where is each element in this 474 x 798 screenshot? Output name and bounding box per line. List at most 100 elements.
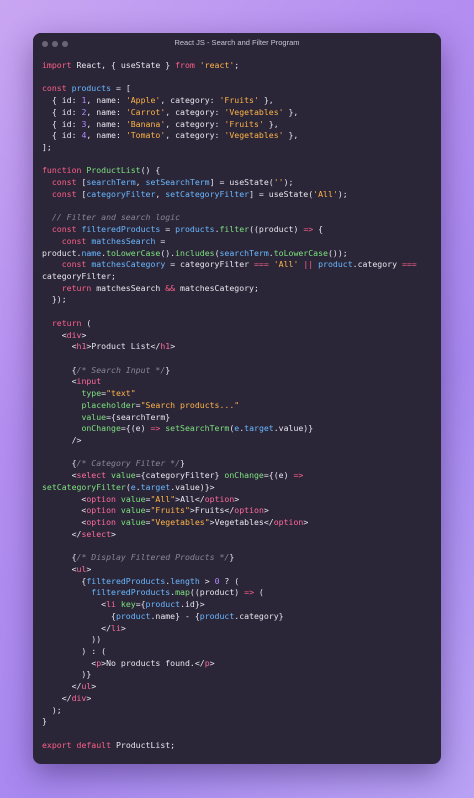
window-titlebar: React JS - Search and Filter Program — [33, 33, 441, 55]
code-token: , category: — [160, 95, 220, 106]
code-token: 'Apple' — [125, 95, 161, 106]
code-token: || — [303, 259, 314, 270]
code-token: > — [91, 681, 97, 692]
code-token: setCategoryFilter — [165, 188, 250, 199]
code-line: onChange={(e) => setSearchTerm(e.target.… — [42, 423, 435, 435]
code-token: , category: — [165, 118, 225, 129]
code-token: { — [42, 610, 116, 621]
code-token: length — [170, 575, 200, 586]
code-token: ) : ( — [42, 645, 107, 656]
code-token: "Vegetables" — [150, 517, 210, 528]
code-token: import — [42, 60, 72, 70]
code-token: >Fruits</ — [189, 505, 235, 516]
code-token: [ — [76, 188, 87, 199]
code-token: 'Carrot' — [125, 106, 166, 117]
code-token: li — [106, 599, 116, 610]
code-token: const — [51, 224, 77, 235]
code-token: => — [293, 470, 304, 481]
code-token: products — [71, 83, 112, 94]
code-token: value — [120, 517, 146, 528]
code-token: option — [234, 505, 264, 516]
code-token: li — [111, 622, 121, 633]
code-token: , — [135, 177, 146, 188]
code-token: } — [229, 552, 235, 563]
code-token: { id: — [42, 118, 82, 129]
code-token: ((product) — [249, 224, 304, 235]
code-token: => — [150, 423, 161, 434]
code-token: }, — [258, 95, 274, 106]
code-token: ={ — [135, 599, 146, 610]
code-token: ={categoryFilter} — [135, 470, 225, 481]
code-window: React JS - Search and Filter Program imp… — [33, 33, 441, 764]
code-token: product — [199, 610, 235, 621]
code-token: } — [165, 364, 171, 375]
code-line: return matchesSearch && matchesCategory; — [42, 283, 435, 295]
code-token: 'All' — [313, 188, 338, 199]
code-token: => — [244, 587, 254, 598]
code-token: "Fruits" — [150, 505, 190, 516]
code-token: .name} - { — [150, 610, 200, 621]
code-line: ); — [42, 705, 435, 717]
code-token: h1 — [160, 341, 171, 352]
code-line: const [searchTerm, setSearchTerm] = useS… — [42, 177, 435, 189]
code-token: )) — [42, 634, 102, 645]
code-token: "text" — [106, 388, 136, 399]
code-line: return ( — [42, 318, 435, 330]
code-token: function — [42, 165, 82, 176]
code-token: ] = useState( — [209, 177, 274, 188]
code-token: matchesCategory — [91, 259, 166, 270]
code-token: > — [263, 505, 269, 516]
code-token: return — [61, 282, 92, 293]
code-token: , name: — [86, 95, 126, 106]
code-token: { — [42, 364, 77, 375]
code-token: h1 — [76, 341, 87, 352]
code-token: value — [111, 470, 136, 481]
code-line: // Filter and search logic — [42, 212, 435, 224]
code-token: > — [209, 657, 215, 668]
code-token: toLowerCase — [273, 247, 328, 258]
code-token: categoryFilter; — [42, 270, 116, 281]
code-line: const [categoryFilter, setCategoryFilter… — [42, 189, 435, 201]
code-token: ] = useState( — [249, 188, 314, 199]
code-token: div — [71, 692, 87, 703]
code-token: ProductList; — [111, 739, 176, 750]
code-line: value={searchTerm} — [42, 412, 435, 424]
code-line: type="text" — [42, 388, 435, 400]
code-token: , name: — [86, 130, 126, 141]
code-token: ={searchTerm} — [106, 411, 171, 422]
code-line: {/* Display Filtered Products */} — [42, 552, 435, 564]
code-line: ) : ( — [42, 646, 435, 658]
code-token: => — [303, 224, 314, 235]
code-token: < — [42, 470, 77, 481]
code-line: function ProductList() { — [42, 165, 435, 177]
code-token: >Product List</ — [86, 341, 161, 352]
code-token: const — [42, 83, 67, 94]
code-token: onChange — [224, 470, 264, 481]
code-token: matchesSearch — [91, 235, 156, 246]
code-token: = — [155, 235, 166, 246]
code-token: = — [160, 224, 176, 235]
code-token: option — [86, 517, 116, 528]
code-token: searchTerm — [86, 177, 136, 188]
code-token: === — [254, 259, 269, 270]
code-token: = [ — [111, 83, 131, 94]
code-token: ? ( — [219, 575, 240, 586]
code-token: const — [51, 188, 77, 199]
code-token: categoryFilter — [86, 188, 156, 199]
code-line: } — [42, 716, 435, 728]
code-token: ((product) — [189, 587, 245, 598]
code-token: < — [42, 657, 97, 668]
code-token: // Filter and search logic — [42, 212, 181, 223]
code-token: "Search products..." — [140, 399, 240, 410]
code-line: <div> — [42, 330, 435, 342]
code-token: )} — [42, 669, 92, 680]
